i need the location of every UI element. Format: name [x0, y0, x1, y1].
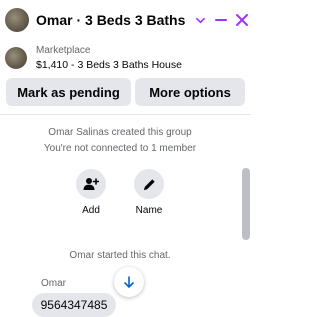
chevron-down-icon[interactable] — [191, 10, 209, 30]
add-member-action[interactable]: Add — [66, 169, 116, 216]
more-options-button[interactable]: More options — [135, 78, 245, 106]
listing-actions: Mark as pending More options — [0, 78, 251, 108]
group-created-notice: Omar Salinas created this group — [48, 127, 192, 138]
scroll-to-bottom-button[interactable] — [114, 267, 144, 297]
chat-header: Omar · 3 Beds 3 Baths Hou... — [0, 0, 251, 40]
mark-as-pending-button[interactable]: Mark as pending — [6, 78, 131, 106]
listing-title: $1,410 - 3 Beds 3 Baths House — [36, 59, 182, 71]
chat-started-notice: Omar started this chat. — [69, 250, 171, 261]
listing-thumbnail — [5, 47, 27, 69]
scrollbar[interactable] — [242, 168, 250, 240]
message-bubble[interactable]: 9564347485 — [32, 293, 116, 317]
not-connected-notice: You're not connected to 1 member — [43, 143, 197, 154]
add-label: Add — [82, 205, 100, 216]
chat-thread: Omar Salinas created this group You're n… — [0, 115, 240, 317]
name-group-action[interactable]: Name — [124, 169, 174, 216]
avatar[interactable] — [5, 8, 29, 32]
listing-summary[interactable]: Marketplace $1,410 - 3 Beds 3 Baths Hous… — [0, 42, 251, 74]
minimize-icon[interactable] — [212, 10, 230, 30]
name-label: Name — [135, 205, 163, 216]
pencil-icon[interactable] — [134, 169, 164, 199]
listing-source: Marketplace — [36, 45, 91, 56]
close-icon[interactable] — [233, 10, 251, 30]
message-sender: Omar — [41, 278, 66, 289]
arrow-down-icon — [124, 276, 134, 288]
chat-title[interactable]: Omar · 3 Beds 3 Baths Hou... — [36, 12, 189, 28]
add-person-icon[interactable] — [76, 169, 106, 199]
